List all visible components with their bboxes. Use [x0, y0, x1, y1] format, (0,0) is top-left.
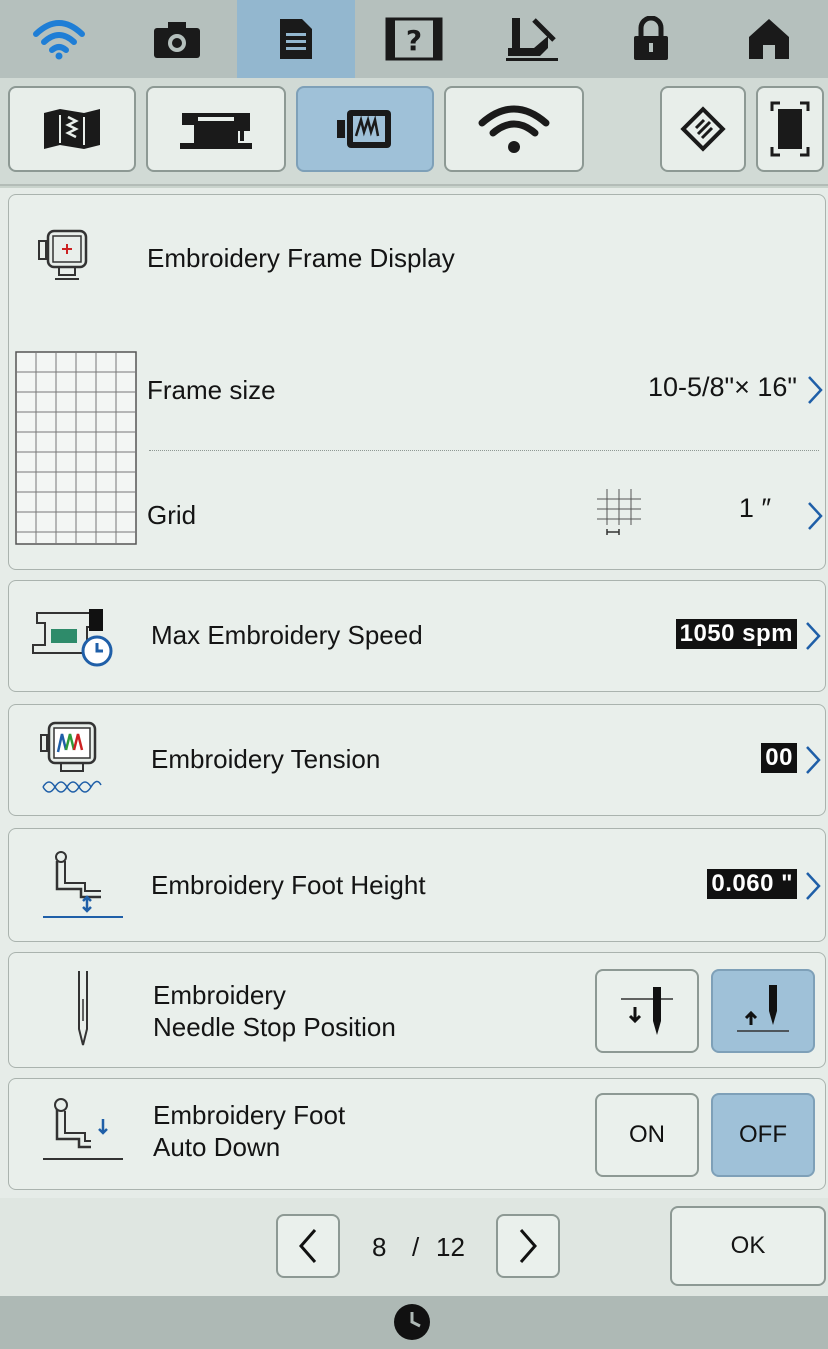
tab-screen-settings[interactable]: [756, 86, 824, 172]
frame-size-label: Frame size: [147, 375, 276, 405]
chevron-left-icon: [299, 1229, 317, 1263]
sewing-settings-icon: [180, 113, 252, 149]
chevron-right-icon: [806, 746, 821, 774]
foot-height-label: Embroidery Foot Height: [151, 870, 426, 900]
grid-value: 1 ″: [738, 493, 771, 523]
general-settings-icon: [44, 109, 100, 149]
frame-display-label: Embroidery Frame Display: [147, 243, 455, 273]
needle-stop-setting: Embroidery Needle Stop Position: [8, 952, 826, 1068]
frame-size-value: 10-5/8"× 16": [647, 372, 797, 402]
tension-value: 00: [761, 743, 797, 773]
camera-icon: [154, 22, 201, 58]
ok-button[interactable]: OK: [670, 1206, 826, 1286]
max-speed-setting[interactable]: Max Embroidery Speed 1050 spm: [8, 580, 826, 692]
tab-general-settings[interactable]: [8, 86, 136, 172]
max-speed-value: 1050 spm: [675, 619, 797, 649]
settings-category-tabs: [0, 78, 828, 186]
page-separator: /: [412, 1232, 420, 1262]
next-page-button[interactable]: [496, 1214, 560, 1278]
tension-setting[interactable]: Embroidery Tension 00: [8, 704, 826, 816]
grid-preview-icon: [15, 351, 137, 545]
settings-list: Embroidery Frame Display Frame size 10-5…: [0, 188, 828, 1198]
chevron-right-icon: [808, 376, 823, 404]
help-icon: ?: [385, 17, 443, 61]
previous-page-button[interactable]: [276, 1214, 340, 1278]
frame-size-setting[interactable]: Frame size 10-5/8"× 16": [143, 351, 823, 441]
needle-stop-up-button[interactable]: [711, 969, 815, 1053]
wifi-tab[interactable]: [0, 0, 118, 78]
foot-height-icon: [43, 851, 123, 918]
camera-tab[interactable]: [118, 0, 236, 78]
presser-foot-icon: [506, 18, 559, 61]
needle-stop-label-line1: Embroidery: [153, 980, 286, 1010]
chevron-right-icon: [519, 1229, 537, 1263]
tension-label: Embroidery Tension: [151, 744, 381, 774]
speed-icon: [32, 609, 113, 667]
max-speed-label: Max Embroidery Speed: [151, 620, 423, 650]
pager: 8 / 12 OK: [0, 1198, 828, 1296]
lock-tab[interactable]: [591, 0, 709, 78]
foot-auto-down-setting: Embroidery Foot Auto Down ON OFF: [8, 1078, 826, 1190]
tension-icon: [40, 721, 102, 793]
foot-height-setting[interactable]: Embroidery Foot Height 0.060 ": [8, 828, 826, 942]
foot-auto-down-on-button[interactable]: ON: [595, 1093, 699, 1177]
document-icon: [279, 19, 312, 59]
foot-auto-down-label-line2: Auto Down: [153, 1132, 281, 1162]
chevron-right-icon: [806, 622, 821, 650]
status-bar: [0, 1296, 828, 1349]
frame-display-group: Embroidery Frame Display Frame size 10-5…: [8, 194, 826, 570]
tab-wireless-settings[interactable]: [444, 86, 584, 172]
total-pages: 12: [436, 1232, 465, 1262]
tab-sewing-settings[interactable]: [146, 86, 286, 172]
projector-settings-icon: [680, 106, 726, 152]
top-toolbar: ?: [0, 0, 828, 78]
foot-auto-down-label-line1: Embroidery Foot: [153, 1100, 346, 1130]
foot-auto-down-icon: [43, 1098, 123, 1160]
home-icon: [748, 19, 789, 59]
current-page-number: 8: [372, 1232, 387, 1262]
embroidery-settings-icon: [337, 110, 391, 148]
help-tab[interactable]: ?: [355, 0, 473, 78]
needle-icon: [78, 971, 88, 1046]
embroidery-frame-icon: [38, 229, 88, 280]
settings-document-tab[interactable]: [236, 0, 355, 78]
divider: [149, 450, 819, 451]
wireless-settings-icon: [478, 105, 550, 153]
wifi-icon: [33, 20, 86, 60]
lock-icon: [633, 16, 668, 60]
svg-text:?: ?: [406, 24, 422, 57]
home-tab[interactable]: [710, 0, 828, 78]
tab-embroidery-settings[interactable]: [296, 86, 434, 172]
needle-stop-label-line2: Needle Stop Position: [153, 1012, 396, 1042]
needle-stop-down-button[interactable]: [595, 969, 699, 1053]
needle-down-icon: [621, 987, 673, 1035]
presser-foot-tab[interactable]: [473, 0, 591, 78]
chevron-right-icon: [808, 502, 823, 530]
grid-setting[interactable]: Grid 1 ″: [143, 475, 823, 555]
grid-label: Grid: [147, 500, 197, 530]
chevron-right-icon: [806, 872, 821, 900]
tab-projector-settings[interactable]: [660, 86, 746, 172]
foot-auto-down-off-button[interactable]: OFF: [711, 1093, 815, 1177]
needle-up-icon: [737, 985, 789, 1032]
grid-spacing-icon: [597, 489, 641, 535]
screen-settings-icon: [770, 101, 810, 157]
clock-icon[interactable]: [392, 1302, 432, 1342]
foot-height-value: 0.060 ": [707, 869, 797, 899]
